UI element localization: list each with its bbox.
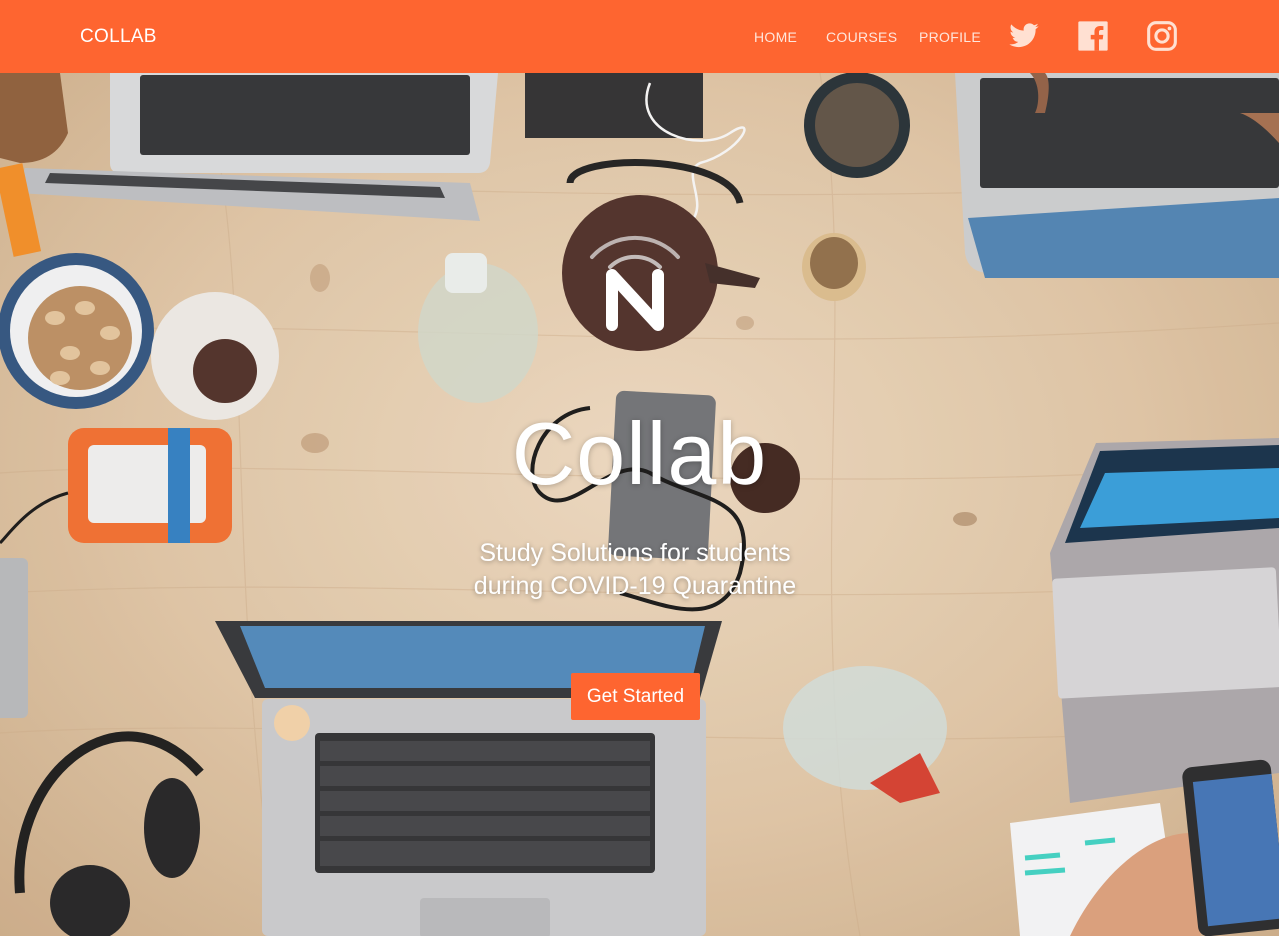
brand-logo-link[interactable]: COLLAB xyxy=(80,26,157,48)
instagram-icon[interactable] xyxy=(1146,20,1178,52)
collab-logo xyxy=(580,213,690,333)
hero-subtitle: Study Solutions for students during COVI… xyxy=(0,537,1270,603)
navbar: COLLAB HOME COURSES PROFILE xyxy=(0,0,1279,73)
nav-link-profile[interactable]: PROFILE xyxy=(919,29,981,45)
hero-subtitle-line-1: Study Solutions for students xyxy=(479,539,791,567)
facebook-icon[interactable] xyxy=(1077,20,1109,52)
hero-subtitle-line-2: during COVID-19 Quarantine xyxy=(473,572,797,600)
hero-title: Collab xyxy=(511,404,768,503)
hero-section: Collab Study Solutions for students duri… xyxy=(0,73,1279,936)
nav-link-courses[interactable]: COURSES xyxy=(826,29,897,45)
get-started-button[interactable]: Get Started xyxy=(571,673,700,720)
twitter-icon[interactable] xyxy=(1008,20,1040,52)
nav-link-home[interactable]: HOME xyxy=(754,29,797,45)
